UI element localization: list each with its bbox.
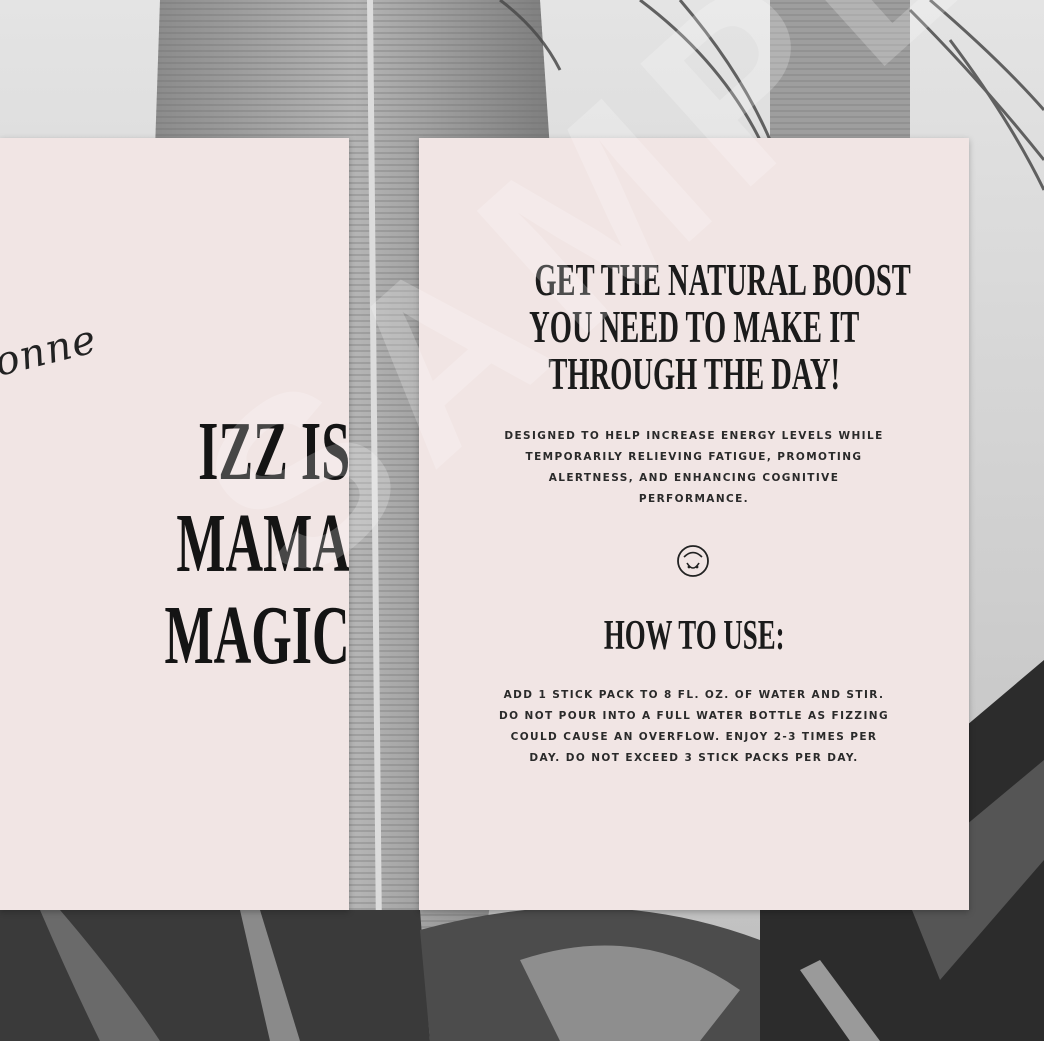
product-card-front: onne IZZ IS MAMA MAGIC bbox=[0, 138, 349, 910]
front-headline-line: MAGIC bbox=[164, 589, 349, 682]
front-headline: IZZ IS MAMA MAGIC bbox=[0, 406, 349, 682]
back-headline-line: THROUGH THE DAY! bbox=[548, 348, 840, 399]
front-headline-line: IZZ IS bbox=[198, 405, 349, 498]
how-to-use-title: HOW TO USE: bbox=[603, 613, 785, 659]
back-headline-line: GET THE NATURAL BOOST bbox=[534, 254, 911, 305]
front-headline-line: MAMA bbox=[176, 497, 349, 590]
product-card-back: GET THE NATURAL BOOST YOU NEED TO MAKE I… bbox=[419, 138, 969, 910]
product-card-mockup: onne IZZ IS MAMA MAGIC GET THE NATURAL B… bbox=[0, 0, 1044, 1041]
back-headline: GET THE NATURAL BOOST YOU NEED TO MAKE I… bbox=[419, 256, 969, 397]
script-wordmark: onne bbox=[0, 316, 102, 386]
product-description: Designed to help increase energy levels … bbox=[504, 430, 884, 505]
smile-icon bbox=[677, 545, 709, 577]
back-headline-line: YOU NEED TO MAKE IT bbox=[528, 301, 860, 352]
usage-instructions: Add 1 stick pack to 8 fl. oz. of water a… bbox=[499, 689, 889, 764]
